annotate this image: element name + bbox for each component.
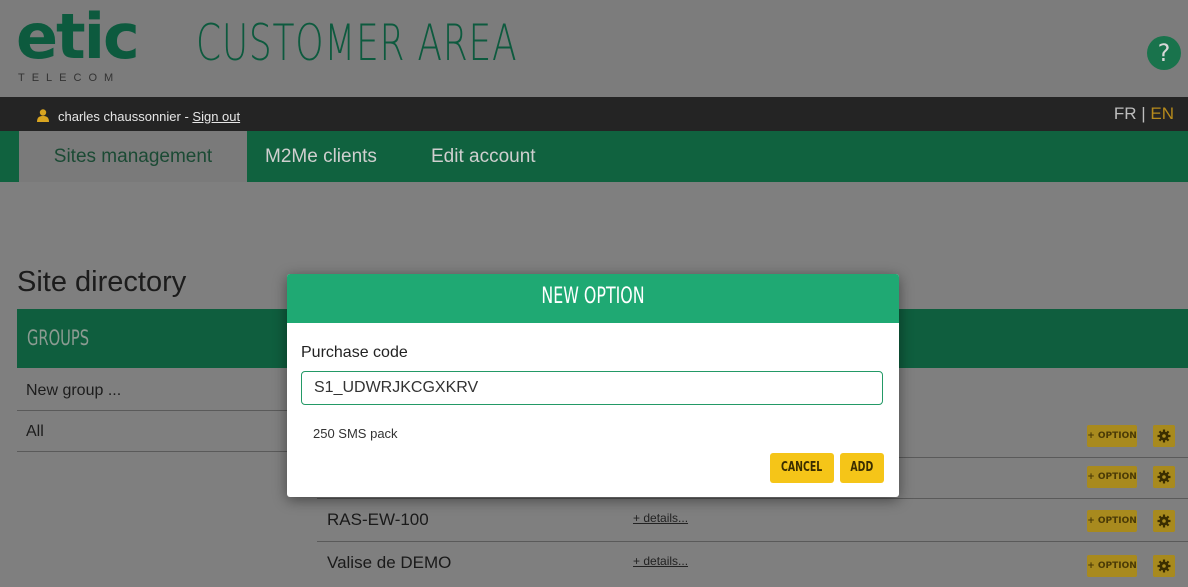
group-all[interactable]: All: [17, 411, 307, 452]
user-name: charles chaussonnier -: [58, 109, 193, 124]
add-option-button[interactable]: + OPTION: [1087, 466, 1137, 488]
user-icon: [37, 109, 49, 122]
gear-icon[interactable]: [1153, 510, 1175, 532]
group-new[interactable]: New group ...: [17, 370, 307, 411]
add-button[interactable]: ADD: [840, 453, 884, 483]
purchase-code-label: Purchase code: [301, 344, 408, 361]
tab-edit-account[interactable]: Edit account: [431, 131, 536, 182]
language-switcher: FR | EN: [1114, 104, 1174, 124]
add-button-label: ADD: [850, 460, 874, 475]
lang-en-link[interactable]: EN: [1150, 104, 1174, 123]
add-option-button[interactable]: + OPTION: [1087, 425, 1137, 447]
etic-logo[interactable]: etic TELECOM: [16, 6, 140, 94]
site-name: Valise de DEMO: [327, 553, 452, 572]
help-icon[interactable]: ?: [1147, 36, 1181, 70]
sign-out-link[interactable]: Sign out: [192, 109, 240, 124]
new-option-dialog: NEW OPTION Purchase code 250 SMS pack CA…: [287, 274, 899, 497]
page-header: [0, 0, 1188, 97]
site-row: RAS-EW-100 + details... + OPTION: [317, 500, 1188, 542]
site-details-link[interactable]: + details...: [633, 511, 688, 525]
cancel-button[interactable]: CANCEL: [770, 453, 834, 483]
logo-subtitle: TELECOM: [18, 72, 121, 84]
page-title: CUSTOMER AREA: [196, 14, 518, 72]
site-details-link[interactable]: + details...: [633, 554, 688, 568]
logo-wordmark: etic: [16, 0, 140, 73]
gear-icon[interactable]: [1153, 425, 1175, 447]
cancel-button-label: CANCEL: [781, 460, 823, 475]
dialog-title: NEW OPTION: [541, 284, 645, 309]
gear-icon[interactable]: [1153, 466, 1175, 488]
tab-m2me-clients[interactable]: M2Me clients: [265, 131, 377, 182]
purchase-code-input[interactable]: [301, 371, 883, 405]
groups-header: GROUPS: [27, 326, 90, 350]
lang-separator: |: [1136, 104, 1151, 123]
tab-sites-management[interactable]: Sites management: [19, 131, 247, 182]
site-name: RAS-EW-100: [327, 510, 429, 529]
add-option-button[interactable]: + OPTION: [1087, 510, 1137, 532]
option-description: 250 SMS pack: [313, 426, 398, 441]
site-row: Valise de DEMO + details... + OPTION: [317, 543, 1188, 584]
gear-icon[interactable]: [1153, 555, 1175, 577]
lang-fr-link[interactable]: FR: [1114, 104, 1137, 123]
user-info: charles chaussonnier - Sign out: [58, 109, 240, 124]
add-option-button[interactable]: + OPTION: [1087, 555, 1137, 577]
section-heading: Site directory: [17, 266, 187, 298]
